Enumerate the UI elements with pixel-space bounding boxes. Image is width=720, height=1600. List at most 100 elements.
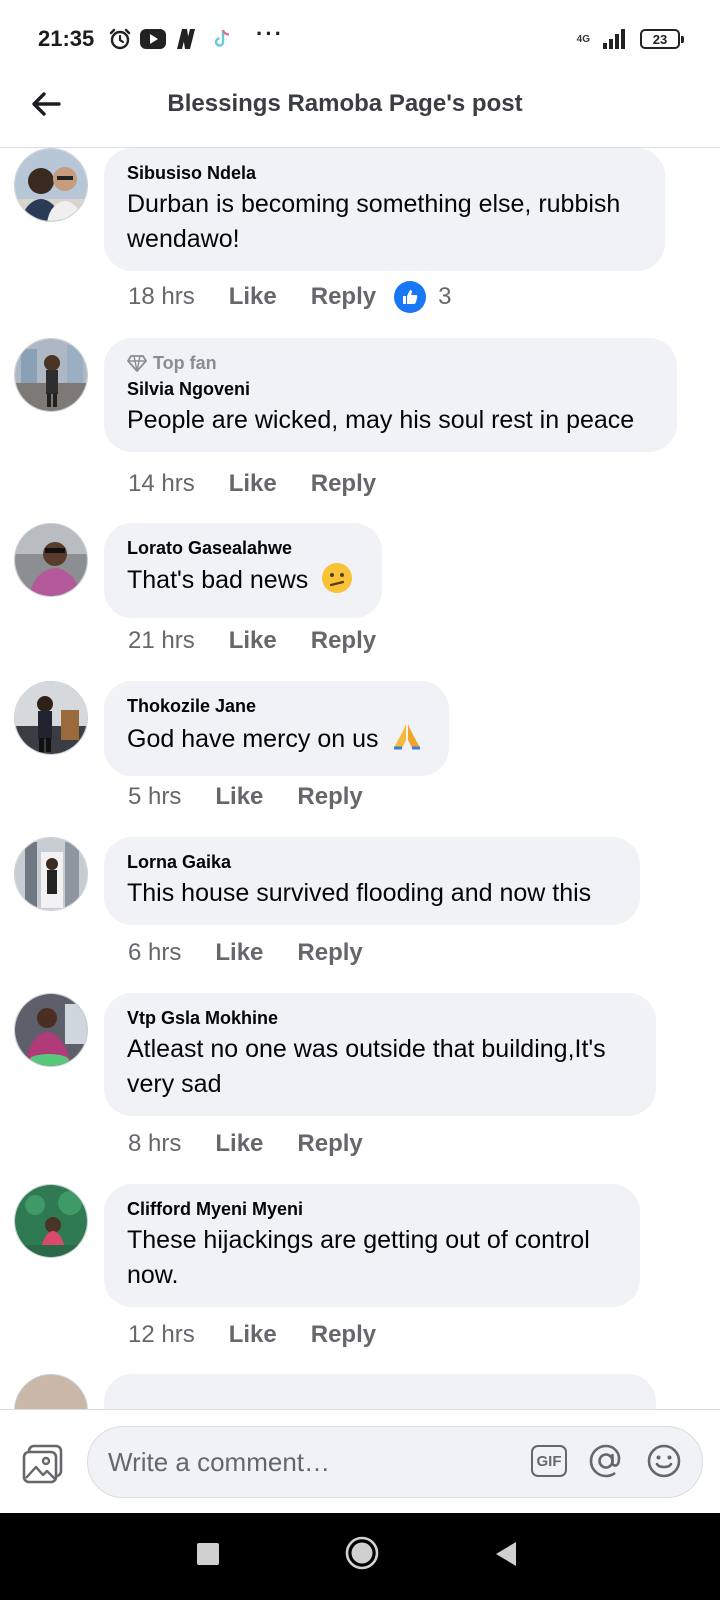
comment-actions: 14 hrs Like Reply: [128, 470, 410, 498]
smiley-icon: [647, 1444, 681, 1478]
comment-author[interactable]: Lorna Gaika: [127, 851, 618, 873]
status-time: 21:35: [38, 26, 95, 51]
square-icon: [197, 1543, 219, 1565]
avatar[interactable]: [14, 148, 88, 222]
page-title: Blessings Ramoba Page's post: [167, 90, 523, 117]
alarm-icon: [108, 26, 132, 52]
like-button[interactable]: Like: [229, 627, 277, 655]
comment-bubble[interactable]: Top fan Silvia Ngoveni People are wicked…: [104, 338, 677, 452]
comment-text: That's bad news: [127, 562, 360, 604]
avatar[interactable]: [14, 1184, 88, 1258]
comment-actions: 12 hrs Like Reply: [128, 1321, 410, 1349]
top-fan-badge: Top fan: [127, 352, 655, 374]
comment-bubble[interactable]: Vtp Gsla Mokhine Atleast no one was outs…: [104, 993, 656, 1116]
comment-author[interactable]: Silvia Ngoveni: [127, 378, 655, 400]
netflix-icon: [174, 26, 202, 52]
comment-author[interactable]: Clifford Myeni Myeni: [127, 1198, 618, 1220]
comment-text-content: That's bad news: [127, 566, 309, 594]
at-sign-icon: [589, 1444, 621, 1478]
reply-button[interactable]: Reply: [297, 939, 362, 967]
confused-face-emoji-icon: [321, 562, 353, 604]
like-button[interactable]: Like: [229, 1321, 277, 1349]
avatar[interactable]: [14, 1374, 88, 1410]
comment-time[interactable]: 8 hrs: [128, 1130, 181, 1158]
comment-bubble[interactable]: Sibusiso Ndela Durban is becoming someth…: [104, 148, 665, 271]
comment-bubble[interactable]: Thokozile Jane God have mercy on us: [104, 681, 449, 776]
comment-time[interactable]: 18 hrs: [128, 283, 195, 311]
system-icons: 4G 23: [576, 26, 684, 52]
system-navigation-bar: [0, 1513, 720, 1600]
home-button[interactable]: [344, 1535, 380, 1576]
photo-icon: [22, 1444, 63, 1484]
comment-actions: 5 hrs Like Reply: [128, 783, 397, 811]
like-button[interactable]: Like: [229, 283, 277, 311]
reply-button[interactable]: Reply: [297, 783, 362, 811]
tiktok-icon: [210, 26, 234, 52]
comment-time[interactable]: 12 hrs: [128, 1321, 195, 1349]
like-button[interactable]: Like: [229, 470, 277, 498]
comment-time[interactable]: 6 hrs: [128, 939, 181, 967]
avatar[interactable]: [14, 837, 88, 911]
mention-button[interactable]: [588, 1443, 624, 1484]
thumbs-up-icon: [394, 281, 427, 313]
reply-button[interactable]: Reply: [311, 283, 376, 311]
reply-button[interactable]: Reply: [311, 1321, 376, 1349]
comment-actions: 8 hrs Like Reply: [128, 1130, 397, 1158]
comment-input[interactable]: Write a comment… GIF: [87, 1426, 703, 1498]
reaction-count: 3: [438, 283, 452, 310]
diamond-icon: [127, 355, 147, 372]
like-button[interactable]: Like: [215, 1130, 263, 1158]
home-circle-icon: [345, 1536, 379, 1570]
avatar[interactable]: [14, 681, 88, 755]
notification-icons: ···: [108, 21, 284, 52]
comment-author[interactable]: Sibusiso Ndela: [127, 162, 643, 184]
comment-author[interactable]: Vtp Gsla Mokhine: [127, 1007, 634, 1029]
comment-time[interactable]: 5 hrs: [128, 783, 181, 811]
comment-actions: 21 hrs Like Reply: [128, 627, 410, 655]
comment-bubble[interactable]: Clifford Myeni Myeni These hijackings ar…: [104, 1184, 640, 1307]
comment-text: This house survived flooding and now thi…: [127, 879, 592, 907]
post-header: Blessings Ramoba Page's post: [0, 72, 720, 148]
add-photo-button[interactable]: [22, 1444, 64, 1489]
comment-text: These hijackings are getting out of cont…: [127, 1226, 590, 1289]
like-button[interactable]: Like: [215, 939, 263, 967]
gif-button[interactable]: GIF: [531, 1445, 567, 1477]
reply-button[interactable]: Reply: [311, 627, 376, 655]
battery-icon: 23: [640, 29, 684, 49]
back-triangle-icon: [496, 1542, 516, 1566]
top-fan-label: Top fan: [153, 353, 217, 373]
folded-hands-emoji-icon: [391, 720, 423, 762]
comment-list[interactable]: Sibusiso Ndela Durban is becoming someth…: [0, 148, 720, 1410]
comment-composer: Write a comment… GIF: [0, 1409, 720, 1513]
comment-actions: 18 hrs Like Reply 3: [128, 281, 451, 313]
comment-text: People are wicked, may his soul rest in …: [127, 406, 635, 434]
comment-actions: 6 hrs Like Reply: [128, 939, 397, 967]
comment-text-content: God have mercy on us: [127, 725, 379, 753]
more-notifications-icon: ···: [256, 21, 284, 46]
avatar[interactable]: [14, 338, 88, 412]
comment-text: Durban is becoming something else, rubbi…: [127, 190, 621, 253]
comment-bubble[interactable]: [104, 1374, 656, 1410]
avatar[interactable]: [14, 993, 88, 1067]
comment-time[interactable]: 21 hrs: [128, 627, 195, 655]
recents-button[interactable]: [196, 1542, 220, 1571]
reply-button[interactable]: Reply: [311, 470, 376, 498]
comment-bubble[interactable]: Lorato Gasealahwe That's bad news: [104, 523, 382, 618]
avatar[interactable]: [14, 523, 88, 597]
status-bar: 21:35 ··· 4G 23: [0, 0, 720, 80]
emoji-button[interactable]: [646, 1443, 682, 1484]
comment-text: God have mercy on us: [127, 720, 427, 762]
comment-author[interactable]: Thokozile Jane: [127, 695, 427, 717]
comment-author[interactable]: Lorato Gasealahwe: [127, 537, 360, 559]
comment-bubble[interactable]: Lorna Gaika This house survived flooding…: [104, 837, 640, 925]
comment-input-placeholder: Write a comment…: [108, 1447, 331, 1477]
comment-time[interactable]: 14 hrs: [128, 470, 195, 498]
network-label: 4G: [576, 33, 590, 45]
youtube-icon: [140, 26, 166, 52]
reply-button[interactable]: Reply: [297, 1130, 362, 1158]
reaction-summary[interactable]: 3: [394, 281, 451, 313]
like-button[interactable]: Like: [215, 783, 263, 811]
signal-icon: [602, 26, 628, 52]
back-nav-button[interactable]: [494, 1540, 518, 1573]
comment-text: Atleast no one was outside that building…: [127, 1035, 606, 1098]
